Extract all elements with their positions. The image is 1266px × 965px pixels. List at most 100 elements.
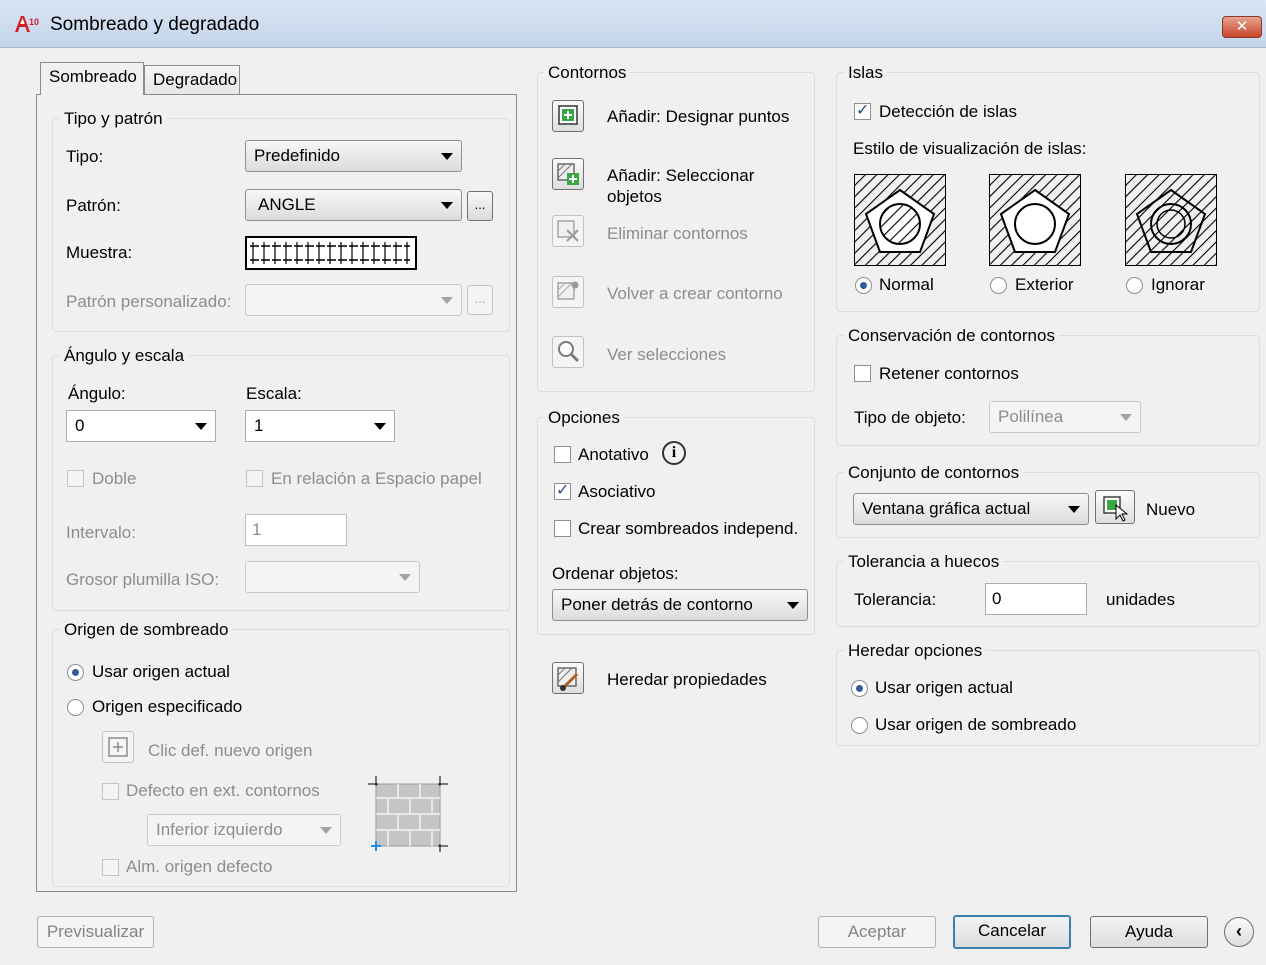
ver-selecciones-label: Ver selecciones xyxy=(607,345,727,364)
alm-origen-defecto-checkbox[interactable] xyxy=(102,859,119,876)
chevron-down-icon xyxy=(441,153,453,160)
asociativo-label: Asociativo xyxy=(578,482,656,501)
asociativo-checkbox[interactable] xyxy=(554,480,571,500)
crear-sombreados-independ-checkbox[interactable] xyxy=(554,520,571,537)
defecto-ext-contornos-checkbox[interactable] xyxy=(102,783,119,800)
retener-contornos-checkbox[interactable] xyxy=(854,365,871,382)
chevron-down-icon xyxy=(320,827,332,834)
grosor-plumilla-label: Grosor plumilla ISO: xyxy=(66,570,220,589)
anotativo-label: Anotativo xyxy=(578,445,649,464)
island-ignorar-preview[interactable] xyxy=(1125,174,1217,266)
angulo-combobox[interactable]: 0 xyxy=(66,410,216,442)
escala-value: 1 xyxy=(254,416,264,435)
tab-degradado[interactable]: Degradado xyxy=(144,65,240,95)
designar-puntos-label: Añadir: Designar puntos xyxy=(607,107,790,126)
origen-especificado-radio[interactable] xyxy=(67,699,84,716)
aceptar-button[interactable]: Aceptar xyxy=(818,916,936,948)
posicion-origen-dropdown[interactable]: Inferior izquierdo xyxy=(147,814,341,846)
anotativo-checkbox[interactable] xyxy=(554,446,571,463)
eliminar-contornos-button[interactable] xyxy=(552,215,584,247)
add-select-objects-icon xyxy=(557,163,579,185)
designar-puntos-button[interactable] xyxy=(552,100,584,132)
usar-origen-actual-radio[interactable] xyxy=(67,664,84,681)
patron-personalizado-dropdown[interactable] xyxy=(245,284,462,316)
info-icon[interactable]: i xyxy=(662,441,686,465)
usar-origen-actual-label: Usar origen actual xyxy=(92,662,230,681)
window-title: Sombreado y degradado xyxy=(50,14,260,35)
nuevo-label: Nuevo xyxy=(1146,500,1196,519)
tipo-dropdown-value: Predefinido xyxy=(254,146,341,165)
tab-sombreado[interactable]: Sombreado xyxy=(40,62,144,95)
deteccion-islas-checkbox[interactable] xyxy=(854,100,871,120)
collapse-chevron-icon[interactable]: ‹ xyxy=(1224,917,1254,947)
escala-combobox[interactable]: 1 xyxy=(245,410,395,442)
heredar-propiedades-button[interactable] xyxy=(552,662,584,694)
tolerancia-input[interactable]: 0 xyxy=(985,583,1087,615)
magnifier-icon xyxy=(558,341,580,363)
deteccion-islas-label: Detección de islas xyxy=(879,102,1017,121)
heredar-usar-origen-actual-radio[interactable] xyxy=(851,680,868,697)
nuevo-conjunto-button[interactable] xyxy=(1095,490,1135,524)
chevron-down-icon xyxy=(441,297,453,304)
estilo-visualizacion-label: Estilo de visualización de islas: xyxy=(853,139,1087,158)
island-exterior-preview[interactable] xyxy=(989,174,1081,266)
clic-nuevo-origen-label: Clic def. nuevo origen xyxy=(148,741,313,760)
ordenar-objetos-dropdown[interactable]: Poner detrás de contorno xyxy=(552,589,808,621)
intervalo-label: Intervalo: xyxy=(66,523,136,542)
espacio-papel-checkbox[interactable] xyxy=(246,470,263,487)
doble-checkbox[interactable] xyxy=(67,470,84,487)
remove-boundaries-icon xyxy=(557,220,579,242)
heredar-usar-origen-sombreado-radio[interactable] xyxy=(851,717,868,734)
volver-crear-contorno-button[interactable] xyxy=(552,276,584,308)
alm-origen-defecto-label: Alm. origen defecto xyxy=(126,857,273,876)
recreate-boundary-icon xyxy=(557,281,579,300)
isla-exterior-label: Exterior xyxy=(1015,275,1074,294)
eliminar-contornos-label: Eliminar contornos xyxy=(607,224,748,243)
inherit-properties-icon xyxy=(557,667,579,691)
chevron-down-icon xyxy=(787,602,799,609)
grosor-plumilla-dropdown[interactable] xyxy=(245,561,420,593)
group-title-contornos: Contornos xyxy=(544,63,631,83)
isla-normal-label: Normal xyxy=(879,275,934,294)
muestra-preview[interactable] xyxy=(245,236,417,270)
isla-ignorar-label: Ignorar xyxy=(1151,275,1205,294)
group-title-conservacion: Conservación de contornos xyxy=(844,326,1059,346)
isla-normal-radio[interactable] xyxy=(855,277,872,294)
add-pick-points-icon xyxy=(558,105,578,125)
cancelar-button[interactable]: Cancelar xyxy=(953,915,1071,949)
group-title-conjunto: Conjunto de contornos xyxy=(844,463,1024,483)
group-title-islas: Islas xyxy=(844,63,887,83)
ordenar-objetos-value: Poner detrás de contorno xyxy=(561,595,753,614)
patron-personalizado-label: Patrón personalizado: xyxy=(66,292,232,311)
tipo-dropdown[interactable]: Predefinido xyxy=(245,140,462,172)
ayuda-button[interactable]: Ayuda xyxy=(1090,916,1208,948)
tolerancia-label: Tolerancia: xyxy=(854,590,937,609)
group-title-angulo-escala: Ángulo y escala xyxy=(60,346,189,366)
patron-dropdown[interactable]: ANGLE xyxy=(245,189,462,221)
angulo-label: Ángulo: xyxy=(68,384,126,403)
close-button[interactable]: ✕ xyxy=(1222,16,1262,38)
intervalo-input[interactable]: 1 xyxy=(245,514,347,546)
island-normal-preview[interactable] xyxy=(854,174,946,266)
heredar-usar-origen-actual-label: Usar origen actual xyxy=(875,678,1013,697)
patron-personalizado-browse-button[interactable]: ... xyxy=(467,285,493,315)
previsualizar-button[interactable]: Previsualizar xyxy=(37,916,154,948)
patron-browse-button[interactable]: ... xyxy=(467,191,493,221)
conjunto-dropdown[interactable]: Ventana gráfica actual xyxy=(853,493,1089,525)
clic-nuevo-origen-button[interactable] xyxy=(102,731,134,763)
ver-selecciones-button[interactable] xyxy=(552,336,584,368)
isla-exterior-radio[interactable] xyxy=(990,277,1007,294)
doble-label: Doble xyxy=(92,469,137,488)
chevron-down-icon xyxy=(1120,414,1132,421)
tipo-objeto-value: Polilínea xyxy=(998,407,1064,426)
seleccionar-objetos-button[interactable] xyxy=(552,158,584,190)
tipo-objeto-label: Tipo de objeto: xyxy=(854,408,966,427)
tipo-objeto-dropdown[interactable]: Polilínea xyxy=(989,401,1141,433)
isla-ignorar-radio[interactable] xyxy=(1126,277,1143,294)
group-title-origen: Origen de sombreado xyxy=(60,620,233,640)
seleccionar-objetos-label: Añadir: Seleccionar objetos xyxy=(607,166,755,206)
chevron-down-icon xyxy=(195,423,207,430)
group-title-heredar-opciones: Heredar opciones xyxy=(844,641,987,661)
group-title-opciones: Opciones xyxy=(544,408,624,428)
pick-origin-icon xyxy=(108,737,128,757)
